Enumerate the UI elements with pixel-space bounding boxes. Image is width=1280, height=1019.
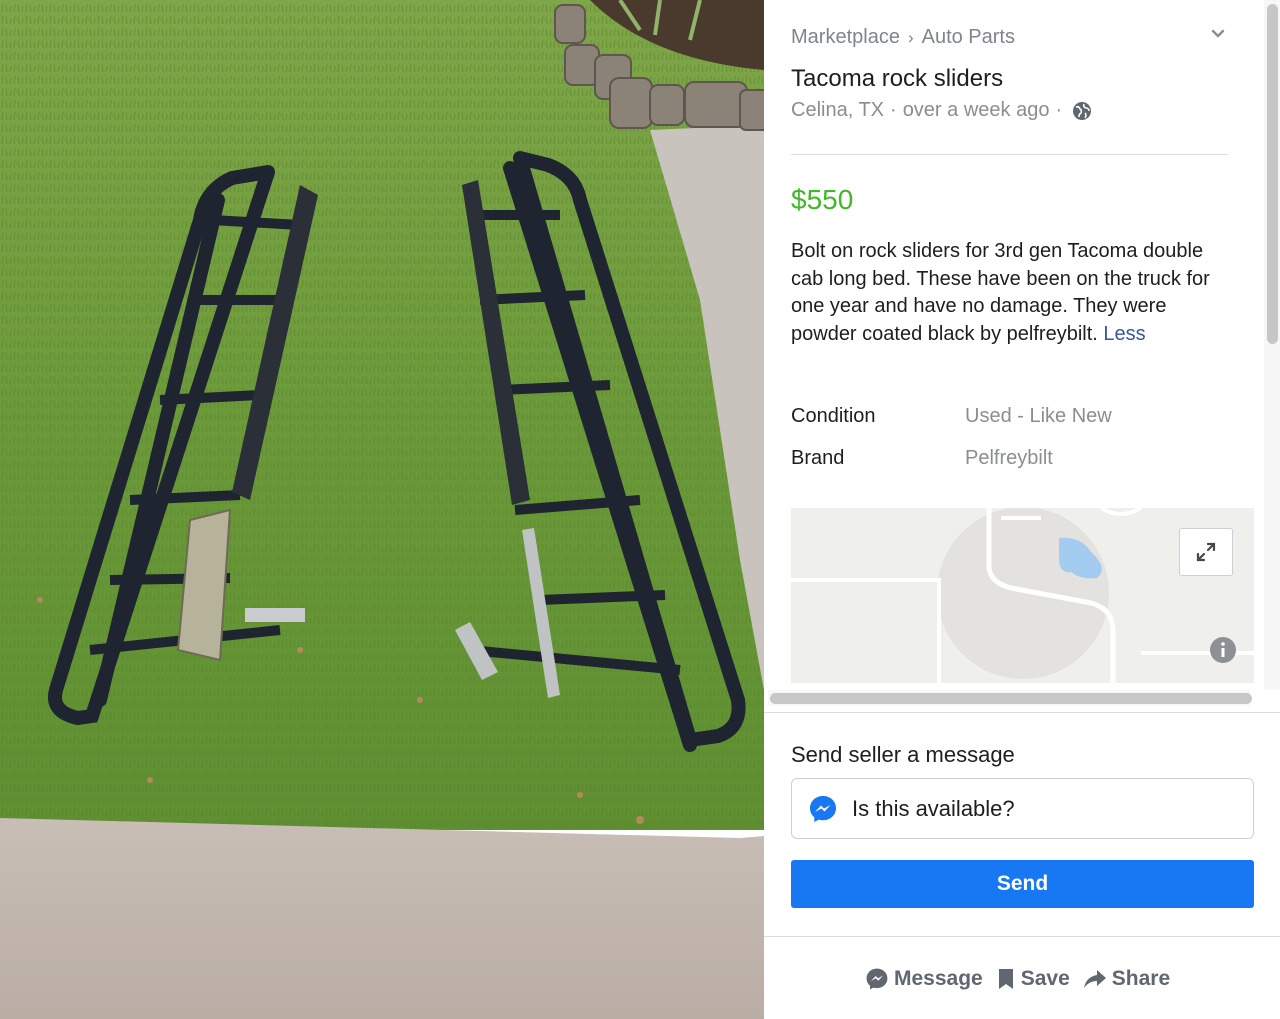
breadcrumb-separator: › <box>907 27 914 47</box>
message-button[interactable]: Message <box>864 966 983 992</box>
vertical-scrollbar[interactable] <box>1264 0 1280 690</box>
share-label: Share <box>1111 967 1171 990</box>
detail-value: Pelfreybilt <box>965 447 1053 469</box>
divider <box>791 154 1228 155</box>
expand-map-button[interactable] <box>1179 528 1233 576</box>
message-input[interactable]: Is this available? <box>791 778 1254 839</box>
message-heading: Send seller a message <box>791 742 1015 767</box>
detail-value: Used - Like New <box>965 405 1112 427</box>
save-button[interactable]: Save <box>995 967 1070 991</box>
bookmark-icon <box>998 969 1013 989</box>
info-icon[interactable] <box>1209 636 1237 664</box>
listing-posted-time: over a week ago <box>902 99 1050 121</box>
listing-description: Bolt on rock sliders for 3rd gen Tacoma … <box>791 238 1231 348</box>
divider <box>764 936 1280 937</box>
breadcrumb-auto-parts[interactable]: Auto Parts <box>922 26 1015 49</box>
detail-row-condition: Condition Used - Like New <box>791 405 1112 428</box>
expand-icon <box>1196 542 1216 562</box>
action-bar: Message Save Share <box>864 962 1182 996</box>
listing-location[interactable]: Celina, TX <box>791 99 884 122</box>
listing-meta: Celina, TX · over a week ago · <box>791 99 1092 122</box>
meta-separator: · <box>1055 99 1063 121</box>
globe-icon <box>1073 101 1092 120</box>
send-button[interactable]: Send <box>791 860 1254 908</box>
scrollbar-thumb[interactable] <box>1267 4 1278 344</box>
listing-title: Tacoma rock sliders <box>791 65 1004 92</box>
message-input-value: Is this available? <box>852 795 1015 821</box>
messenger-icon <box>866 968 888 990</box>
detail-row-brand: Brand Pelfreybilt <box>791 447 1053 470</box>
breadcrumb: Marketplace › Auto Parts <box>791 26 1015 49</box>
chevron-down-icon[interactable] <box>1210 26 1226 42</box>
breadcrumb-marketplace[interactable]: Marketplace <box>791 26 900 49</box>
details-scroll-area[interactable]: Marketplace › Auto Parts Tacoma rock sli… <box>764 0 1264 710</box>
save-label: Save <box>1020 967 1070 990</box>
divider <box>764 712 1280 713</box>
message-label: Message <box>894 967 983 990</box>
share-arrow-icon <box>1083 970 1106 988</box>
description-text: Bolt on rock sliders for 3rd gen Tacoma … <box>791 240 1210 345</box>
share-button[interactable]: Share <box>1082 967 1170 991</box>
detail-label: Condition <box>791 405 876 427</box>
less-link[interactable]: Less <box>1103 323 1145 345</box>
listing-details-panel: Marketplace › Auto Parts Tacoma rock sli… <box>764 0 1280 1019</box>
detail-label: Brand <box>791 447 845 469</box>
scrollbar-thumb[interactable] <box>770 693 1252 704</box>
rock-sliders-photo <box>0 0 764 1019</box>
messenger-icon <box>810 795 836 822</box>
meta-separator: · <box>890 99 897 121</box>
listing-photo[interactable] <box>0 0 764 1019</box>
listing-price: $550 <box>791 184 854 215</box>
horizontal-scrollbar[interactable] <box>768 690 1252 706</box>
